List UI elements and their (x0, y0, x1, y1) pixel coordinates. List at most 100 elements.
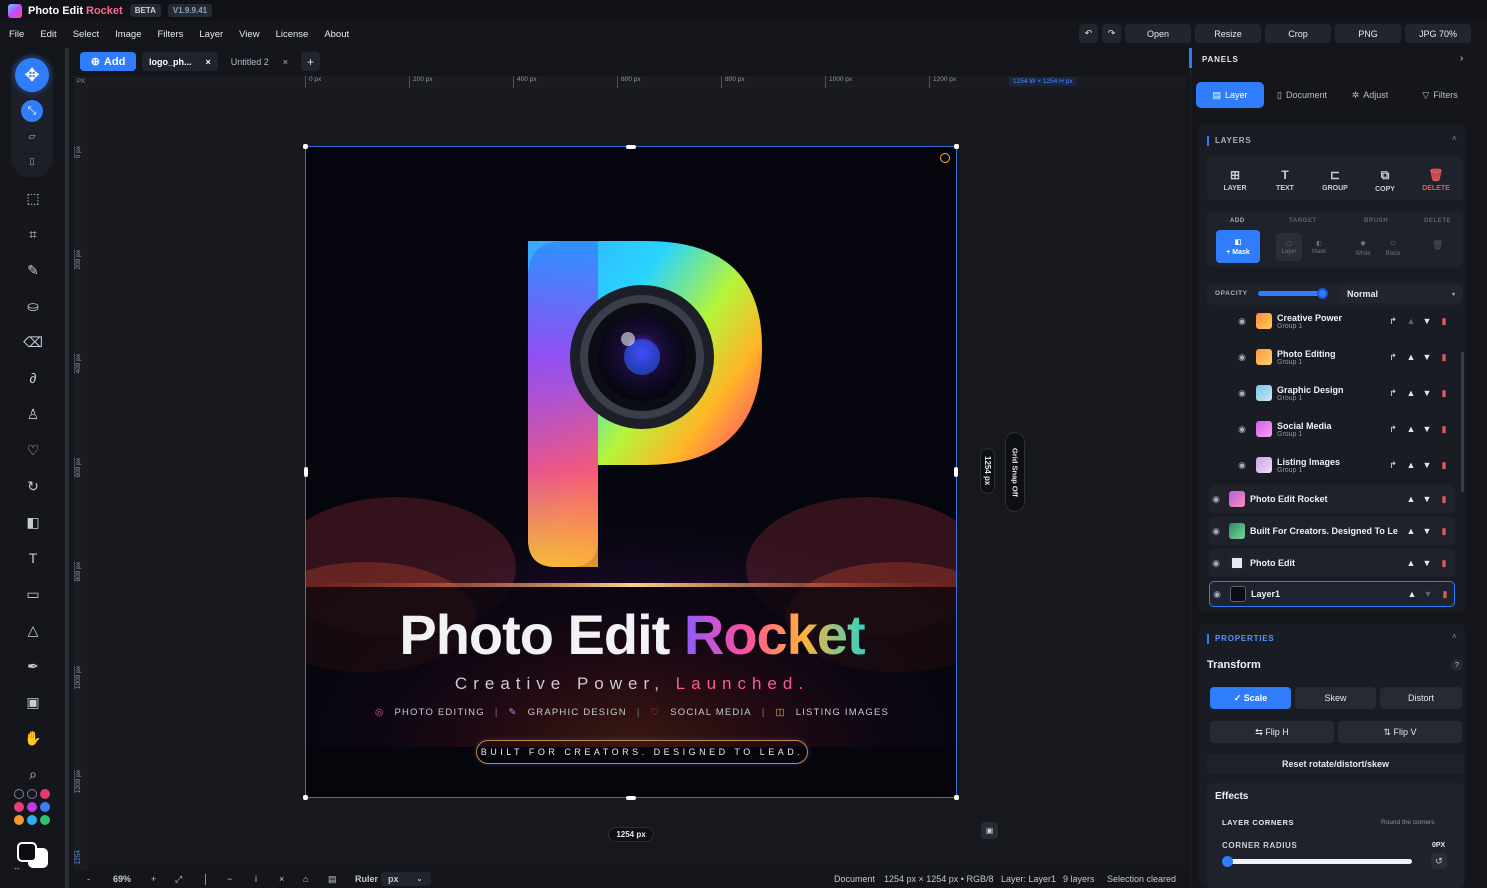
move-up-icon[interactable]: ▲ (1405, 460, 1417, 470)
layers-scrollbar[interactable] (1461, 352, 1464, 492)
flip-horizontal-button[interactable]: ⇆ Flip H (1210, 721, 1334, 743)
transform-handle-icon[interactable]: ▱ (25, 131, 39, 145)
delete-layer-icon[interactable]: ▮ (1439, 589, 1451, 600)
eye-icon[interactable]: ◉ (1209, 558, 1223, 569)
copy-button[interactable]: ⧉ COPY (1360, 160, 1410, 200)
move-down-icon[interactable]: ▼ (1421, 316, 1433, 326)
selection-handle[interactable] (303, 795, 308, 800)
target-mask-button[interactable]: ◧ Mask (1306, 233, 1332, 261)
move-down-icon[interactable]: ▼ (1421, 526, 1433, 536)
reset-radius-icon[interactable]: ↺ (1431, 853, 1447, 869)
swatch-cyan[interactable] (27, 815, 37, 825)
delete-mask-icon[interactable]: 🗑 (1432, 240, 1443, 251)
delete-layer-icon[interactable]: ▮ (1438, 526, 1450, 537)
move-up-icon[interactable]: ▲ (1405, 494, 1417, 504)
delete-button[interactable]: 🗑 DELETE (1411, 160, 1461, 200)
eye-icon[interactable]: ◉ (1209, 526, 1223, 537)
menu-select[interactable]: Select (73, 29, 99, 40)
flip-vertical-button[interactable]: ⇅ Flip V (1338, 721, 1462, 743)
scale-mode-button[interactable]: ✓ Scale (1210, 687, 1291, 709)
shapes-library-icon[interactable]: △ (22, 619, 44, 641)
swatch-green[interactable] (40, 815, 50, 825)
delete-layer-icon[interactable]: ▮ (1438, 424, 1450, 435)
close-icon[interactable]: × (279, 870, 284, 888)
move-up-icon[interactable]: ▲ (1405, 526, 1417, 536)
delete-layer-icon[interactable]: ▮ (1438, 558, 1450, 569)
grid-icon[interactable]: ▤ (328, 870, 337, 888)
arrow-corner-icon[interactable]: ↱ (1387, 352, 1399, 363)
add-document-button[interactable]: ⊕ Add (80, 52, 136, 71)
gradient-tool-icon[interactable]: ◧ (22, 511, 44, 533)
info-icon[interactable]: i (255, 870, 257, 888)
smudge-tool-icon[interactable]: ∂ (22, 367, 44, 389)
swap-colors-icon[interactable]: ↔ (13, 863, 21, 872)
blend-mode-select[interactable]: Normal ▾ (1339, 285, 1462, 303)
selection-handle[interactable] (954, 795, 959, 800)
text-tool-icon[interactable]: T (22, 547, 44, 569)
move-down-icon[interactable]: ▼ (1421, 460, 1433, 470)
image-tool-icon[interactable]: ▣ (22, 691, 44, 713)
move-down-icon[interactable]: ▼ (1421, 352, 1433, 362)
new-text-button[interactable]: T TEXT (1260, 160, 1310, 200)
sidebar-scrollbar[interactable] (65, 48, 69, 888)
close-icon[interactable]: × (283, 57, 288, 67)
pen-tool-icon[interactable]: ✒ (22, 655, 44, 677)
move-down-icon[interactable]: ▼ (1421, 494, 1433, 504)
new-layer-button[interactable]: ⊞ LAYER (1210, 160, 1260, 200)
selection-handle[interactable] (626, 145, 636, 149)
menu-edit[interactable]: Edit (40, 29, 56, 40)
menu-file[interactable]: File (9, 29, 24, 40)
menu-image[interactable]: Image (115, 29, 141, 40)
zoom-level[interactable]: 69% (113, 870, 131, 888)
move-down-icon[interactable]: ▼ (1421, 424, 1433, 434)
collapse-properties-icon[interactable]: ˄ (1452, 632, 1457, 641)
move-down-icon[interactable]: ▼ (1421, 388, 1433, 398)
swatch-blue[interactable] (40, 802, 50, 812)
fit-screen-icon[interactable]: ⤢ (175, 870, 182, 888)
skew-mode-button[interactable]: Skew (1295, 687, 1376, 709)
delete-layer-icon[interactable]: ▮ (1438, 316, 1450, 327)
marquee-select-icon[interactable]: ⬚ (22, 187, 44, 209)
opacity-slider[interactable] (1258, 288, 1329, 299)
selection-handle[interactable] (954, 144, 959, 149)
move-up-icon[interactable]: ▲ (1406, 589, 1418, 599)
distort-mode-button[interactable]: Distort (1380, 687, 1462, 709)
fill-bucket-icon[interactable]: ⛀ (22, 295, 44, 317)
ruler-unit-select[interactable]: px ⌄ (381, 872, 431, 886)
layer-row-photo-edit-rocket[interactable]: ◉ Photo Edit Rocket ▲ ▼ ▮ (1209, 485, 1455, 513)
layer-row-graphic-design[interactable]: ◉ Graphic Design Group 1 ↱ ▲ ▼ ▮ (1235, 378, 1455, 408)
move-up-icon[interactable]: ▲ (1405, 388, 1417, 398)
selection-handle[interactable] (304, 467, 308, 477)
layer-row-creative-power[interactable]: ◉ Creative Power Group 1 ↱ ▲ ▼ ▮ (1235, 309, 1455, 336)
export-png-button[interactable]: PNG (1335, 24, 1401, 43)
delete-layer-icon[interactable]: ▮ (1438, 388, 1450, 399)
menu-filters[interactable]: Filters (158, 29, 184, 40)
swatch-purple[interactable] (27, 802, 37, 812)
arrow-corner-icon[interactable]: ↱ (1387, 460, 1399, 471)
layer-row-listing-images[interactable]: ◉ Listing Images Group 1 ↱ ▲ ▼ ▮ (1235, 450, 1455, 480)
layer-row-photo-editing[interactable]: ◉ Photo Editing Group 1 ↱ ▲ ▼ ▮ (1235, 342, 1455, 372)
tab-document[interactable]: ▯ Document (1266, 82, 1338, 108)
collapse-layers-icon[interactable]: ˄ (1452, 134, 1457, 143)
move-tool-icon[interactable]: ✥ (15, 58, 49, 92)
healing-tool-icon[interactable]: ♡ (22, 439, 44, 461)
swatch-red[interactable] (40, 789, 50, 799)
move-up-icon[interactable]: ▲ (1405, 316, 1417, 326)
selection-handle[interactable] (303, 144, 308, 149)
arrow-corner-icon[interactable]: ↱ (1387, 316, 1399, 327)
move-up-icon[interactable]: ▲ (1405, 558, 1417, 568)
eye-icon[interactable]: ◉ (1210, 589, 1224, 600)
arrow-corner-icon[interactable]: ↱ (1387, 424, 1399, 435)
skew-handle-icon[interactable]: ▯ (25, 156, 39, 170)
brush-white-button[interactable]: ● White (1350, 233, 1376, 261)
eye-icon[interactable]: ◉ (1235, 316, 1249, 327)
eraser-tool-icon[interactable]: ⌫ (22, 331, 44, 353)
layer-row-social-media[interactable]: ◉ Social Media Group 1 ↱ ▲ ▼ ▮ (1235, 414, 1455, 444)
tab-layer[interactable]: ▤ Layer (1196, 82, 1264, 108)
eye-icon[interactable]: ◉ (1235, 388, 1249, 399)
shape-tool-icon[interactable]: ▭ (22, 583, 44, 605)
menu-layer[interactable]: Layer (199, 29, 223, 40)
hand-tool-icon[interactable]: ✋ (22, 727, 44, 749)
undo-button[interactable]: ↶ (1079, 24, 1098, 43)
corner-radius-slider[interactable] (1222, 856, 1412, 867)
